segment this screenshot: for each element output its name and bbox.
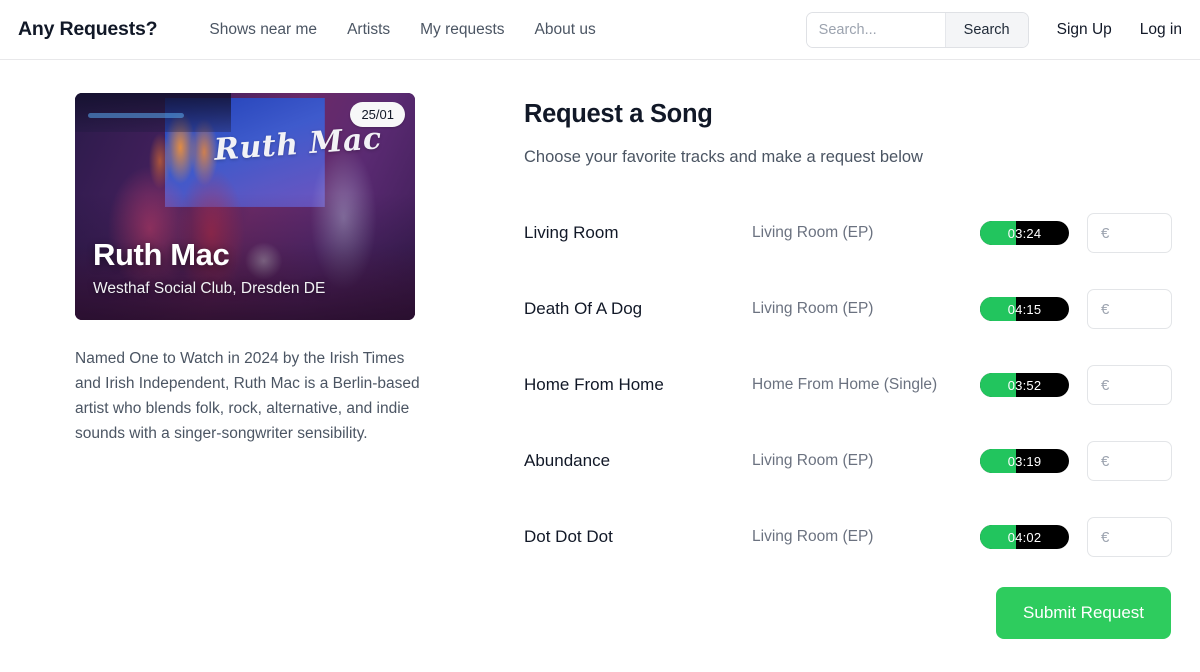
- main-content: Ruth Mac 25/01 Ruth Mac Westhaf Social C…: [0, 60, 1200, 639]
- table-row: Abundance Living Room (EP) 03:19: [524, 435, 1172, 487]
- track-title: Death Of A Dog: [524, 299, 643, 318]
- play-progress-pill[interactable]: 03:24: [980, 221, 1069, 245]
- price-input[interactable]: [1087, 365, 1172, 405]
- track-list: Living Room Living Room (EP) 03:24 Death…: [524, 207, 1172, 563]
- track-album: Living Room (EP): [752, 528, 874, 545]
- stage-truss-decor: [75, 93, 232, 132]
- request-column: Request a Song Choose your favorite trac…: [524, 93, 1200, 639]
- table-row: Living Room Living Room (EP) 03:24: [524, 207, 1172, 259]
- play-progress-pill[interactable]: 03:52: [980, 373, 1069, 397]
- nav-item-shows-near-me[interactable]: Shows near me: [209, 21, 317, 39]
- site-header: Any Requests? Shows near me Artists My r…: [0, 0, 1200, 60]
- track-album: Living Room (EP): [752, 452, 874, 469]
- search-group: Search: [805, 11, 1029, 48]
- header-actions: Search Sign Up Log in: [805, 11, 1182, 48]
- venue-name: Westhaf Social Club, Dresden DE: [93, 280, 326, 297]
- price-input[interactable]: [1087, 517, 1172, 557]
- track-album: Living Room (EP): [752, 224, 874, 241]
- page-title: Request a Song: [524, 100, 713, 128]
- primary-nav: Shows near me Artists My requests About …: [209, 21, 595, 39]
- table-row: Death Of A Dog Living Room (EP) 04:15: [524, 283, 1172, 335]
- sign-up-link[interactable]: Sign Up: [1057, 21, 1112, 39]
- table-row: Dot Dot Dot Living Room (EP) 04:02: [524, 511, 1172, 563]
- log-in-link[interactable]: Log in: [1140, 21, 1182, 39]
- track-duration-label: 03:19: [1007, 453, 1042, 469]
- track-duration-label: 03:52: [1007, 377, 1042, 393]
- play-progress-pill[interactable]: 04:02: [980, 525, 1069, 549]
- event-date-badge: 25/01: [350, 102, 405, 127]
- nav-item-my-requests[interactable]: My requests: [420, 21, 504, 39]
- price-input[interactable]: [1087, 289, 1172, 329]
- track-duration-label: 04:15: [1007, 301, 1042, 317]
- track-title: Home From Home: [524, 375, 664, 394]
- track-title: Living Room: [524, 223, 619, 242]
- play-progress-pill[interactable]: 04:15: [980, 297, 1069, 321]
- search-input[interactable]: [806, 12, 945, 47]
- price-input[interactable]: [1087, 441, 1172, 481]
- search-button[interactable]: Search: [944, 12, 1028, 47]
- track-duration-label: 04:02: [1007, 529, 1042, 545]
- track-title: Dot Dot Dot: [524, 527, 613, 546]
- artist-bio: Named One to Watch in 2024 by the Irish …: [75, 350, 420, 443]
- nav-item-artists[interactable]: Artists: [347, 21, 390, 39]
- play-progress-pill[interactable]: 03:19: [980, 449, 1069, 473]
- event-poster-card[interactable]: Ruth Mac 25/01 Ruth Mac Westhaf Social C…: [75, 93, 415, 320]
- price-input[interactable]: [1087, 213, 1172, 253]
- track-title: Abundance: [524, 451, 611, 470]
- track-duration-label: 03:24: [1007, 225, 1042, 241]
- artist-name: Ruth Mac: [93, 237, 230, 272]
- track-album: Home From Home (Single): [752, 376, 938, 393]
- submit-row: Submit Request: [524, 587, 1172, 639]
- event-column: Ruth Mac 25/01 Ruth Mac Westhaf Social C…: [75, 93, 490, 639]
- nav-item-about-us[interactable]: About us: [535, 21, 596, 39]
- table-row: Home From Home Home From Home (Single) 0…: [524, 359, 1172, 411]
- brand-logo[interactable]: Any Requests?: [18, 18, 158, 41]
- page-subtitle: Choose your favorite tracks and make a r…: [524, 148, 923, 166]
- submit-request-button[interactable]: Submit Request: [996, 587, 1171, 639]
- track-album: Living Room (EP): [752, 300, 874, 317]
